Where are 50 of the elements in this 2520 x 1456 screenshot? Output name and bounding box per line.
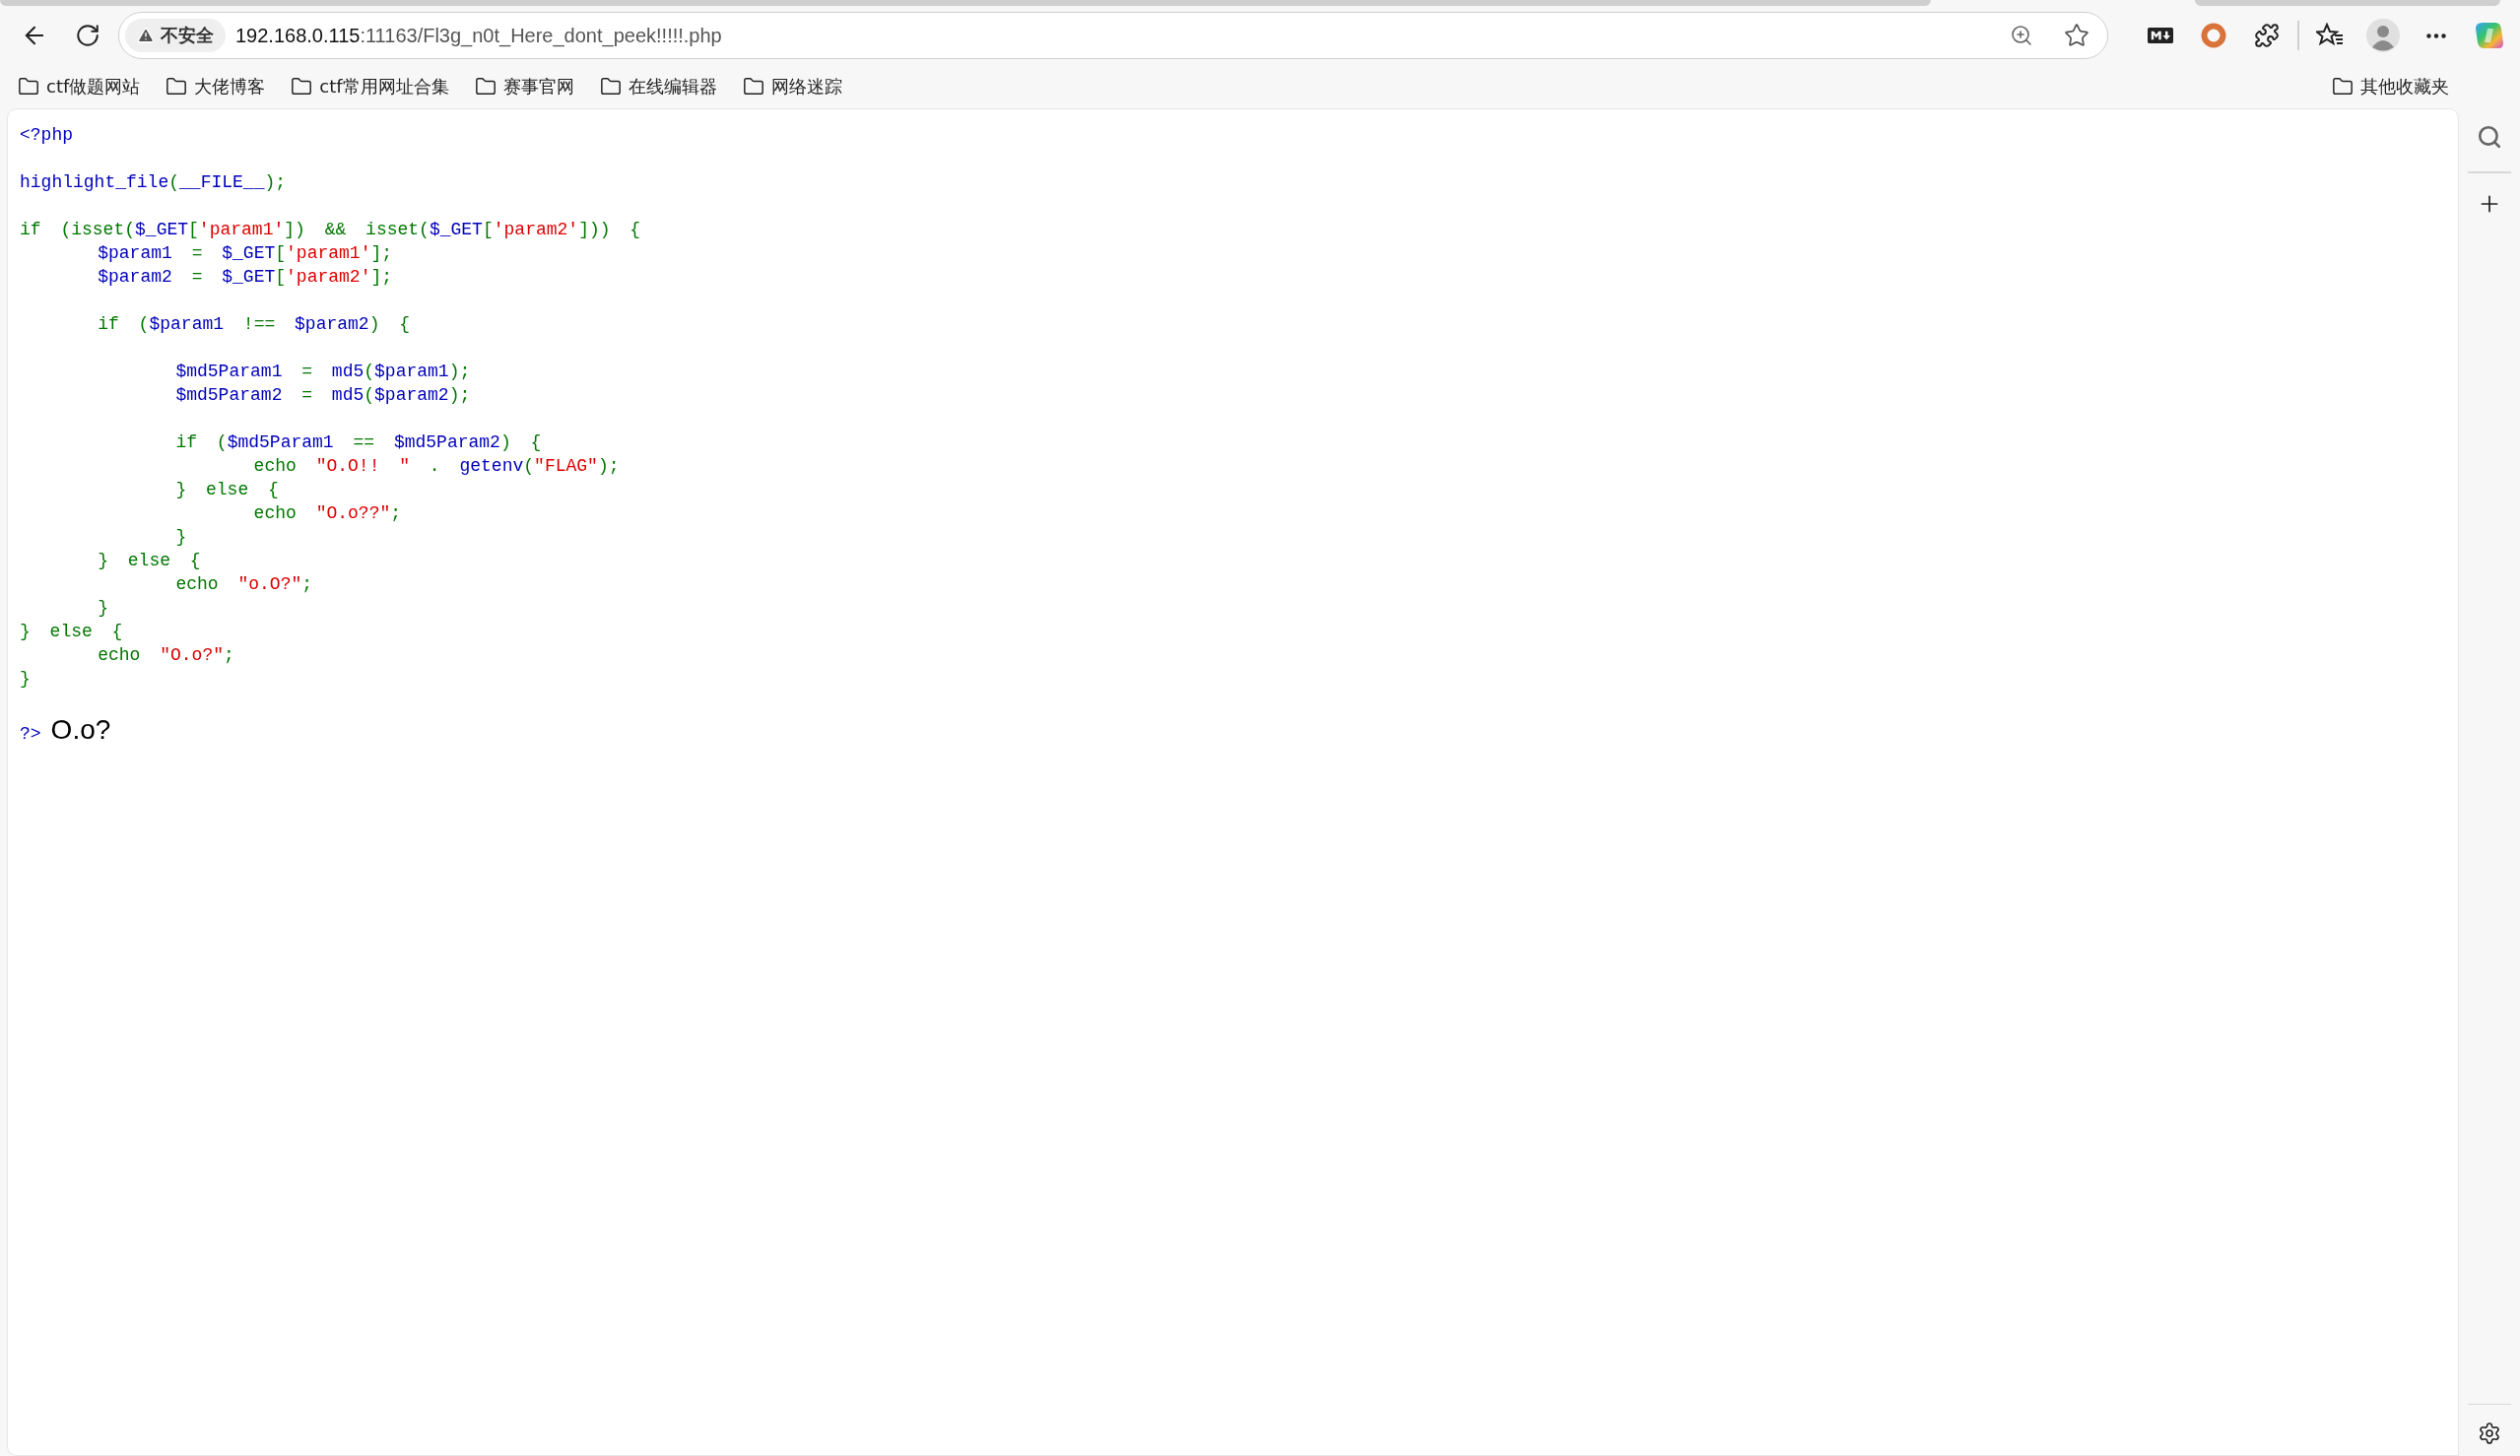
code-line: $param1 = $_GET['param1']; xyxy=(97,242,394,265)
code-line: if ($md5Param1 == $md5Param2) { xyxy=(174,431,543,454)
code-line: echo "O.o?"; xyxy=(97,644,235,667)
star-icon xyxy=(2064,23,2089,48)
avatar-icon xyxy=(2366,19,2400,52)
code-line: ?> xyxy=(20,724,41,744)
search-icon xyxy=(2477,124,2502,150)
code-line: echo "o.O?"; xyxy=(174,573,314,596)
code-line: highlight_file(__FILE__); xyxy=(20,171,288,194)
folder-icon xyxy=(2332,76,2354,98)
ring-icon xyxy=(2201,23,2226,48)
code-line: } xyxy=(97,597,109,620)
bookmark-folder[interactable]: 其他收藏夹 xyxy=(2326,71,2455,102)
code-line: } else { xyxy=(174,479,280,501)
url-text: 192.168.0.115:11163/Fl3g_n0t_Here_dont_peek!!!!!.php xyxy=(235,24,723,47)
bookmark-folder[interactable]: 大佬博客 xyxy=(160,71,272,102)
code-line: if ($param1 !== $param2) { xyxy=(97,313,412,336)
code-line: } else { xyxy=(97,550,202,572)
folder-icon xyxy=(474,76,497,98)
bookmark-folder[interactable]: ctf常用网址合集 xyxy=(285,71,455,102)
folder-icon xyxy=(742,76,764,98)
code-line: <?php xyxy=(20,124,74,147)
settings-icon xyxy=(2478,1422,2501,1445)
code-line: echo "O.o??"; xyxy=(252,502,403,525)
address-bar[interactable]: 不安全 192.168.0.115:11163/Fl3g_n0t_Here_dont_peek!!!!!.php xyxy=(118,12,2108,59)
folder-icon xyxy=(291,76,313,98)
warning-icon xyxy=(137,27,155,44)
code-line: if (isset($_GET['param1']) && isset($_GET['param2'])) { xyxy=(20,219,642,241)
zoom-in-icon xyxy=(2010,24,2033,47)
favorites-star-icon xyxy=(2316,23,2344,48)
gradient-logo-icon xyxy=(2474,20,2505,51)
bookmark-folder[interactable]: 赛事官网 xyxy=(468,71,580,102)
folder-icon xyxy=(18,76,39,98)
code-line: $param2 = $_GET['param2']; xyxy=(97,266,394,289)
bookmark-folder[interactable]: ctf做题网站 xyxy=(12,71,147,102)
bookmark-folder[interactable]: 网络迷踪 xyxy=(736,71,848,102)
code-line: } xyxy=(174,526,188,549)
bookmark-folder[interactable]: 在线编辑器 xyxy=(593,71,723,102)
code-line: $md5Param2 = md5($param2); xyxy=(174,384,472,407)
code-line: } xyxy=(20,668,32,691)
code-line: $md5Param1 = md5($param1); xyxy=(174,361,472,383)
folder-icon xyxy=(166,76,188,98)
security-indicator[interactable]: 不安全 xyxy=(125,19,226,52)
reload-icon xyxy=(75,23,100,48)
puzzle-icon xyxy=(2254,23,2280,48)
output-text: O.o? xyxy=(50,714,111,746)
code-line: echo "O.O!! " . getenv("FLAG"); xyxy=(252,455,621,478)
more-icon xyxy=(2426,33,2446,38)
code-line: } else { xyxy=(20,621,124,643)
folder-icon xyxy=(599,76,622,98)
